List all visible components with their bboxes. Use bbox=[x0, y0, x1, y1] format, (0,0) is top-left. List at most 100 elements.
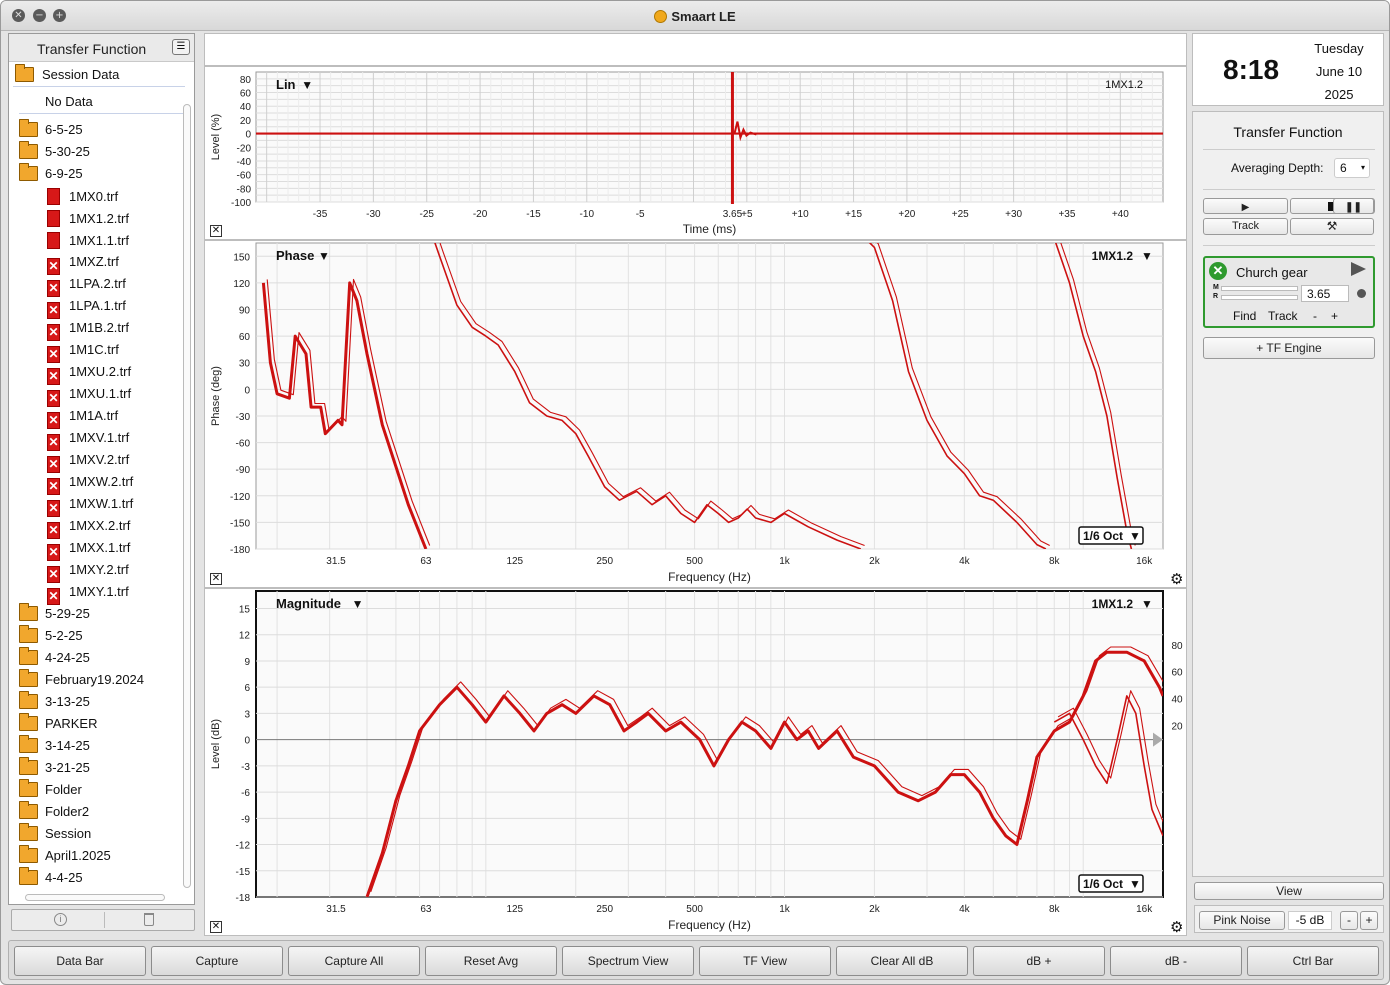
folder-item[interactable]: 5-30-25 bbox=[19, 141, 90, 159]
trace-label[interactable]: 1MX1.2 bbox=[1092, 597, 1134, 611]
app-title-text: Smaart LE bbox=[671, 9, 736, 24]
phase-plot[interactable]: 150 120 90 60 30 0 -30 -60 -90 -120 -150 -180 31.5 63… bbox=[205, 241, 1188, 589]
file-item[interactable]: ✕ 1M1C.trf bbox=[47, 342, 119, 363]
pause-button[interactable]: ❚❚ bbox=[1333, 198, 1374, 214]
find-button[interactable]: Find bbox=[1233, 309, 1256, 323]
file-item[interactable]: ✕ 1MXU.1.trf bbox=[47, 386, 131, 407]
generator-level-field[interactable]: -5 dB bbox=[1288, 911, 1332, 930]
file-item[interactable]: 1MX1.1.trf bbox=[47, 232, 129, 249]
file-item[interactable]: ✕ 1MXY.1.trf bbox=[47, 584, 129, 605]
folder-item[interactable]: 4-4-25 bbox=[19, 867, 83, 885]
file-item[interactable]: ✕ 1MXZ.trf bbox=[47, 254, 119, 275]
folder-item[interactable]: 6-9-25 bbox=[19, 163, 83, 181]
plot-title[interactable]: Lin bbox=[276, 77, 296, 92]
run-triangle-icon[interactable] bbox=[1351, 262, 1366, 276]
close-plot-icon[interactable]: ✕ bbox=[210, 225, 222, 237]
file-item[interactable]: ✕ 1MXU.2.trf bbox=[47, 364, 131, 385]
file-item[interactable]: ✕ 1MXV.1.trf bbox=[47, 430, 129, 451]
folder-icon bbox=[19, 647, 38, 665]
x-tick-label: -5 bbox=[636, 209, 645, 220]
folder-item[interactable]: 3-21-25 bbox=[19, 757, 90, 775]
file-item[interactable]: ✕ 1MXW.2.trf bbox=[47, 474, 133, 495]
file-item[interactable]: 1MX0.trf bbox=[47, 188, 118, 205]
generator-row: Pink Noise -5 dB - + bbox=[1194, 905, 1384, 933]
folder-item[interactable]: 4-24-25 bbox=[19, 647, 90, 665]
add-tf-engine-button[interactable]: + TF Engine bbox=[1203, 337, 1375, 359]
vertical-scrollbar[interactable] bbox=[183, 104, 191, 888]
track-button[interactable]: Track bbox=[1203, 218, 1288, 235]
file-item[interactable]: ✕ 1M1A.trf bbox=[47, 408, 118, 429]
window-title: Smaart LE bbox=[1, 9, 1389, 24]
averaging-depth-select[interactable]: 6 ▾ bbox=[1334, 158, 1370, 178]
close-plot-icon[interactable]: ✕ bbox=[210, 921, 222, 933]
plot-title[interactable]: Phase bbox=[276, 248, 314, 263]
delay-field[interactable]: 3.65 bbox=[1301, 285, 1349, 302]
bottom-button-data-bar[interactable]: Data Bar bbox=[14, 946, 146, 976]
bottom-button-clear-all-db[interactable]: Clear All dB bbox=[836, 946, 968, 976]
file-item[interactable]: ✕ 1LPA.2.trf bbox=[47, 276, 126, 297]
delay-plus-button[interactable]: + bbox=[1331, 309, 1338, 323]
folder-item[interactable]: 5-2-25 bbox=[19, 625, 83, 643]
record-dot-icon[interactable] bbox=[1357, 289, 1366, 298]
trash-icon[interactable] bbox=[144, 913, 154, 926]
file-item[interactable]: 1MX1.2.trf bbox=[47, 210, 129, 227]
folder-item[interactable]: PARKER bbox=[19, 713, 98, 731]
play-button[interactable]: ▶ bbox=[1203, 198, 1288, 214]
gear-icon[interactable]: ⚙ bbox=[1170, 918, 1183, 936]
generator-plus-button[interactable]: + bbox=[1360, 911, 1378, 930]
view-label: View bbox=[1276, 884, 1302, 898]
info-icon[interactable]: i bbox=[54, 913, 67, 926]
close-plot-icon[interactable]: ✕ bbox=[210, 573, 222, 585]
smoothing-select[interactable]: 1/6 Oct bbox=[1083, 877, 1123, 891]
smoothing-select[interactable]: 1/6 Oct bbox=[1083, 529, 1123, 543]
file-item[interactable]: ✕ 1M1B.2.trf bbox=[47, 320, 129, 341]
no-data-row[interactable]: No Data bbox=[19, 92, 185, 114]
folder-item[interactable]: 6-5-25 bbox=[19, 119, 83, 137]
plot-title[interactable]: Magnitude bbox=[276, 596, 341, 611]
file-item[interactable]: ✕ 1MXW.1.trf bbox=[47, 496, 133, 517]
folder-item[interactable]: Folder2 bbox=[19, 801, 89, 819]
magnitude-plot[interactable]: 15129630-3-6-9-12-15-1831.5 63 125 250 500 1k… bbox=[205, 589, 1188, 937]
folder-item[interactable]: Session bbox=[19, 823, 91, 841]
generator-minus-button[interactable]: - bbox=[1340, 911, 1358, 930]
file-item[interactable]: ✕ 1LPA.1.trf bbox=[47, 298, 126, 319]
impulse-plot[interactable]: 80 60 40 20 0 -20 -40 -60 -80 -100 -35 -30 -25 -20 -15… bbox=[205, 67, 1188, 241]
file-item[interactable]: ✕ 1MXY.2.trf bbox=[47, 562, 129, 583]
track-button-label: Track bbox=[1231, 220, 1260, 232]
file-item[interactable]: ✕ 1MXV.2.trf bbox=[47, 452, 129, 473]
averaging-depth-value: 6 bbox=[1340, 161, 1347, 175]
bottom-button-db[interactable]: dB - bbox=[1110, 946, 1242, 976]
bottom-button-spectrum-view[interactable]: Spectrum View bbox=[562, 946, 694, 976]
file-item[interactable]: ✕ 1MXX.1.trf bbox=[47, 540, 130, 561]
chevron-down-icon: ▼ bbox=[318, 249, 330, 263]
folder-item[interactable]: 5-29-25 bbox=[19, 603, 90, 621]
data-bar-menu-button[interactable]: ☰ bbox=[172, 39, 190, 55]
bottom-button-ctrl-bar[interactable]: Ctrl Bar bbox=[1247, 946, 1379, 976]
measurement-track-button[interactable]: Track bbox=[1268, 309, 1298, 323]
pink-noise-button[interactable]: Pink Noise bbox=[1199, 911, 1285, 930]
measurement-name[interactable]: Church gear bbox=[1236, 265, 1308, 280]
gear-icon[interactable]: ⚙ bbox=[1170, 570, 1183, 588]
delay-minus-button[interactable]: - bbox=[1313, 309, 1317, 323]
folder-item[interactable]: 3-13-25 bbox=[19, 691, 90, 709]
folder-item[interactable]: Folder bbox=[19, 779, 82, 797]
close-measurement-icon[interactable]: ✕ bbox=[1209, 262, 1227, 280]
folder-icon bbox=[19, 735, 38, 753]
view-button[interactable]: View bbox=[1194, 882, 1384, 900]
impulse-plot-panel: 80 60 40 20 0 -20 -40 -60 -80 -100 -35 -30 -25 -20 -15… bbox=[204, 66, 1187, 240]
tools-button[interactable]: ⚒ bbox=[1290, 218, 1374, 235]
folder-item[interactable]: 3-14-25 bbox=[19, 735, 90, 753]
bottom-button-capture[interactable]: Capture bbox=[151, 946, 283, 976]
bottom-button-tf-view[interactable]: TF View bbox=[699, 946, 831, 976]
file-item[interactable]: ✕ 1MXX.2.trf bbox=[47, 518, 130, 539]
session-data-row[interactable]: Session Data bbox=[13, 64, 185, 87]
plot-area bbox=[255, 71, 1164, 203]
trace-label[interactable]: 1MX1.2 bbox=[1092, 249, 1134, 263]
bottom-button-db[interactable]: dB + bbox=[973, 946, 1105, 976]
folder-item[interactable]: February19.2024 bbox=[19, 669, 144, 687]
chevron-down-icon: ▼ bbox=[301, 78, 313, 92]
bottom-button-reset-avg[interactable]: Reset Avg bbox=[425, 946, 557, 976]
bottom-button-capture-all[interactable]: Capture All bbox=[288, 946, 420, 976]
horizontal-scrollbar[interactable] bbox=[25, 894, 165, 901]
folder-item[interactable]: April1.2025 bbox=[19, 845, 111, 863]
